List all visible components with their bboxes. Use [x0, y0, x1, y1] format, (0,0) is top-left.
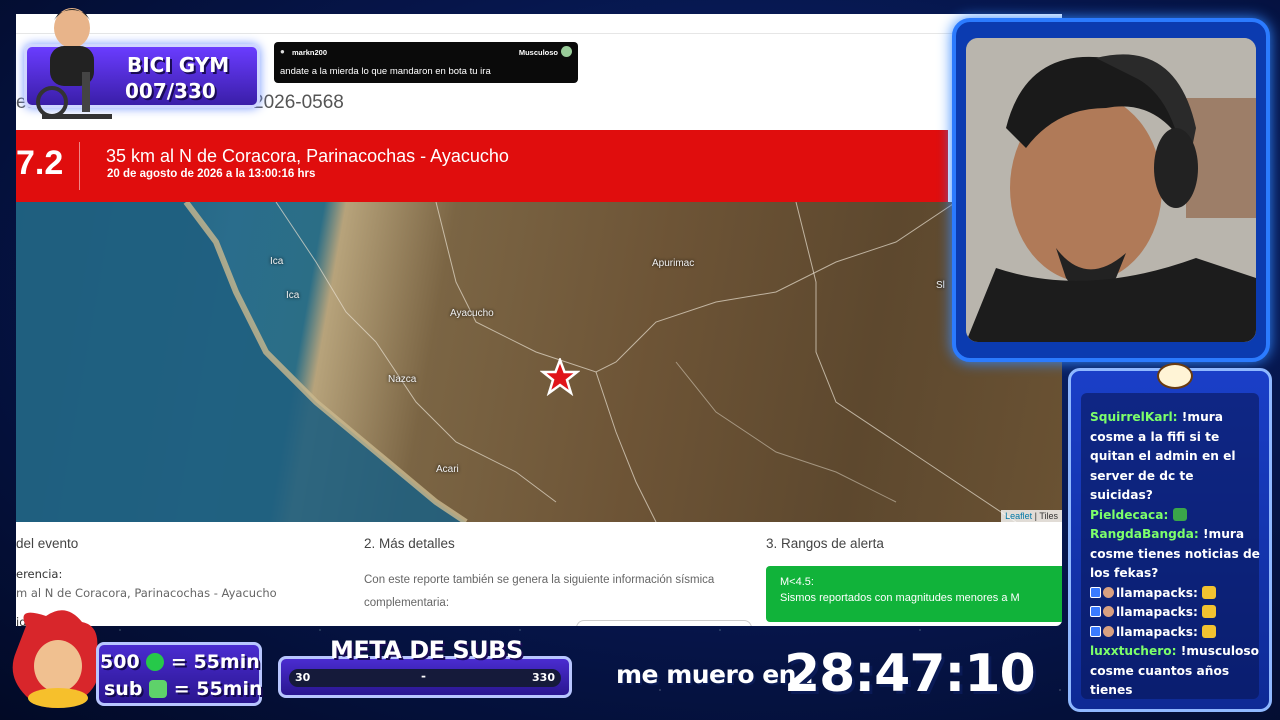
details-text: Con este reporte también se genera la si…: [364, 574, 715, 609]
earthquake-banner: 7.2 35 km al N de Coracora, Parinacochas…: [16, 130, 948, 202]
prime-badge-icon: [1090, 606, 1101, 617]
bits-rate: 500 = 55min: [100, 651, 260, 673]
magnitude: 7.2: [16, 144, 64, 182]
chat-username[interactable]: llamapacks:: [1116, 625, 1198, 639]
section-details: 2. Más detalles: [364, 536, 455, 551]
chat-message: llamapacks:: [1090, 584, 1260, 604]
chat-message: llamapacks:: [1090, 603, 1260, 623]
section-alert-ranges: 3. Rangos de alerta: [766, 536, 884, 551]
prime-badge-icon: [1090, 625, 1101, 637]
sub-time: = 55min: [173, 678, 263, 700]
popup-message: andate a la mierda lo que mandaron en bo…: [280, 66, 491, 77]
hamster-icon: [1157, 363, 1193, 389]
sub-goal-start: 30: [295, 671, 311, 684]
event-datetime: 20 de agosto de 2026 a la 13:00:16 hrs: [107, 168, 316, 180]
map-label-apurimac: Apurimac: [652, 258, 695, 269]
section-details-title: 2. Más detalles: [364, 536, 455, 551]
kick-coin-icon: [146, 653, 165, 671]
map-label-acari: Acari: [436, 464, 459, 475]
banner-divider: [79, 142, 80, 190]
earthquake-map[interactable]: Ica Ica Ayacucho Apurimac Nazca Acari Sl…: [16, 202, 1062, 522]
bits-time: = 55min: [170, 651, 260, 673]
popup-tag: Musculoso: [518, 48, 558, 57]
chat-message: luxxtuchero: !musculoso cosme cuantos añ…: [1090, 642, 1260, 701]
sub-goal-separator: -: [421, 669, 426, 683]
gift-icon: [149, 680, 168, 698]
map-label-nazca: Nazca: [388, 374, 417, 385]
emote-icon: [1202, 624, 1217, 638]
section-event-title: del evento: [16, 536, 79, 551]
chat-message: SquirrelKarl: !mura cosme a la fifi si t…: [1090, 408, 1260, 506]
map-label-edge: Sl: [936, 280, 945, 291]
map-attribution[interactable]: Leaflet | Tiles: [1001, 510, 1062, 522]
event-code-number: 2026-0568: [253, 92, 344, 113]
chat-username[interactable]: luxxtuchero:: [1090, 644, 1177, 658]
dragon-mascot-icon: [12, 610, 99, 708]
map-label-ica-2: Ica: [286, 290, 300, 301]
sub-badge-icon: [1103, 586, 1114, 598]
browser-header: [16, 14, 1062, 34]
bici-gym-title: BICI GYM: [127, 53, 230, 77]
leaflet-link[interactable]: Leaflet: [1005, 511, 1032, 521]
chat-username[interactable]: RangdaBangda:: [1090, 527, 1199, 541]
chat-username[interactable]: llamapacks:: [1116, 605, 1198, 619]
sub-rate: sub = 55min: [104, 678, 263, 700]
webcam-frame: [952, 18, 1270, 362]
emote-icon: [1202, 585, 1217, 599]
sub-goal-title: META DE SUBS: [330, 636, 523, 664]
sub-goal-end: 330: [532, 671, 555, 684]
alert-range-label: M<4.5:: [780, 576, 814, 588]
reference-label: erencia:: [16, 567, 63, 581]
chat-messages: SquirrelKarl: !mura cosme a la fifi si t…: [1090, 408, 1260, 701]
sub-amount: sub: [104, 678, 143, 700]
bike-avatar-icon: [36, 8, 112, 119]
map-label-ica: Ica: [270, 256, 284, 267]
chat-username[interactable]: SquirrelKarl:: [1090, 410, 1178, 424]
alert-range-green: M<4.5: Sismos reportados con magnitudes …: [766, 566, 1062, 622]
popup-username: markn200: [292, 48, 328, 57]
chat-message: llamapacks:: [1090, 623, 1260, 643]
chat-popup: ● markn200 Musculoso andate a la mierda …: [274, 42, 578, 83]
reference-value: m al N de Coracora, Parinacochas - Ayacu…: [16, 586, 277, 600]
bits-amount: 500: [100, 651, 140, 673]
section-event: del evento: [16, 536, 78, 551]
tiles-link[interactable]: Tiles: [1039, 511, 1058, 521]
alert-range-desc: Sismos reportados con magnitudes menores…: [780, 592, 1020, 604]
emote-icon: [1202, 605, 1217, 618]
sub-badge-icon: [1103, 606, 1114, 617]
epicenter-location: 35 km al N de Coracora, Parinacochas - A…: [106, 146, 509, 166]
sub-badge-icon: [1103, 625, 1114, 637]
chat-message: Pieldecaca:: [1090, 506, 1260, 526]
chat-message: RangdaBangda: !mura cosme tienes noticia…: [1090, 525, 1260, 584]
pepe-emote-icon: [1172, 507, 1187, 521]
section-alert-title: 3. Rangos de alerta: [766, 536, 884, 551]
chat-username[interactable]: Pieldecaca:: [1090, 508, 1168, 522]
streamer-silhouette: [966, 38, 1256, 342]
prime-badge-icon: [1090, 586, 1101, 598]
bici-gym-count: 007/330: [125, 79, 216, 103]
map-label-ayacucho: Ayacucho: [450, 308, 494, 319]
details-button-edge[interactable]: [576, 620, 752, 626]
countdown-timer: 28:47:10: [784, 644, 1036, 704]
popup-badge-icon: [561, 46, 572, 57]
user-icon: ●: [280, 47, 285, 56]
webcam-feed: [966, 38, 1256, 342]
map-terrain: [16, 202, 1017, 522]
chat-username[interactable]: llamapacks:: [1116, 586, 1198, 600]
epicenter-star-icon[interactable]: [540, 358, 580, 396]
